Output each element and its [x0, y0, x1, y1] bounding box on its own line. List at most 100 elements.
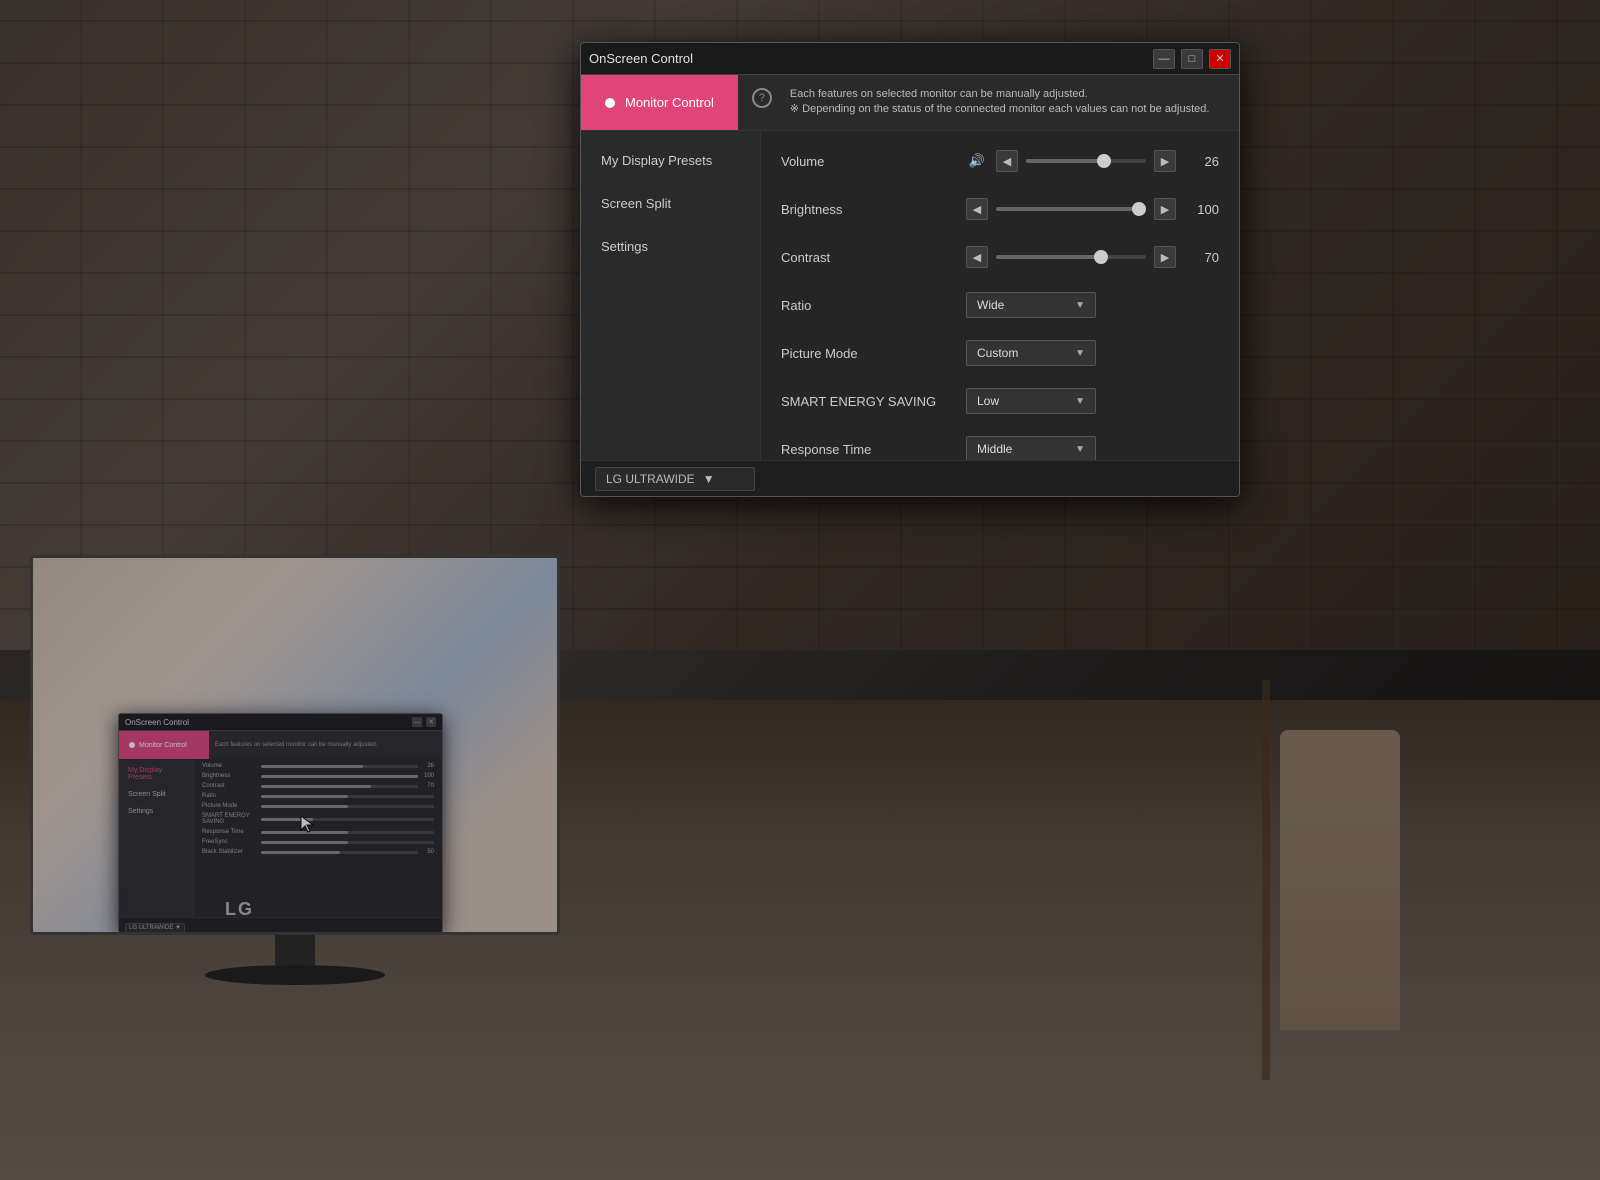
main-minimize-btn[interactable]: —	[1153, 49, 1175, 69]
brightness-increase-btn[interactable]: ▶	[1154, 198, 1176, 220]
energy-selected: Low	[977, 394, 999, 408]
small-picture-label: Picture Mode	[202, 803, 257, 809]
contrast-decrease-btn[interactable]: ◀	[966, 246, 988, 268]
main-nav-split[interactable]: Screen Split	[581, 182, 760, 225]
picture-mode-selected: Custom	[977, 346, 1018, 360]
contrast-increase-btn[interactable]: ▶	[1154, 246, 1176, 268]
monitor-select-arrow: ▼	[703, 472, 715, 486]
energy-control-row: SMART ENERGY SAVING Low ▼	[781, 385, 1219, 417]
volume-decrease-btn[interactable]: ◀	[996, 150, 1018, 172]
main-close-btn[interactable]: ✕	[1209, 49, 1231, 69]
small-ratio-row: Ratio	[202, 793, 434, 799]
small-freesync-track[interactable]	[261, 841, 434, 844]
main-osc-window: OnScreen Control — □ ✕ Monitor Control ?…	[580, 42, 1240, 497]
small-energy-row: SMART ENERGY SAVING	[202, 813, 434, 825]
picture-mode-dropdown-arrow: ▼	[1075, 348, 1085, 359]
main-osc-titlebar: OnScreen Control — □ ✕	[581, 43, 1239, 75]
small-black-fill	[261, 851, 340, 854]
volume-slider-group: 🔊 ◀ ▶ 26	[966, 150, 1219, 172]
brightness-slider-track[interactable]	[996, 207, 1146, 211]
main-osc-title: OnScreen Control	[589, 51, 693, 66]
ratio-label: Ratio	[781, 298, 966, 313]
small-volume-value: 26	[422, 763, 434, 769]
main-maximize-btn[interactable]: □	[1181, 49, 1203, 69]
main-nav-presets[interactable]: My Display Presets	[581, 139, 760, 182]
volume-control-row: Volume 🔊 ◀ ▶ 26	[781, 145, 1219, 177]
small-energy-label: SMART ENERGY SAVING	[202, 813, 257, 825]
contrast-slider-track[interactable]	[996, 255, 1146, 259]
small-brightness-row: Brightness 100	[202, 773, 434, 779]
monitor-select-dropdown[interactable]: LG ULTRAWIDE ▼	[595, 467, 755, 491]
picture-mode-label: Picture Mode	[781, 346, 966, 361]
main-dot-icon	[605, 98, 615, 108]
small-response-track[interactable]	[261, 831, 434, 834]
small-black-row: Black Stabilizer 50	[202, 849, 434, 855]
small-nav-split[interactable]: Screen Split	[123, 787, 189, 802]
small-contrast-track[interactable]	[261, 785, 418, 788]
small-black-track[interactable]	[261, 851, 418, 854]
small-nav-settings[interactable]: Settings	[123, 804, 189, 819]
small-dot-icon	[129, 742, 135, 748]
question-icon: ?	[752, 88, 772, 108]
monitor-screen-bg: OnScreen Control — ✕ Monitor Control Eac…	[33, 558, 557, 932]
small-osc-window-controls: — ✕	[412, 717, 436, 727]
small-osc-titlebar: OnScreen Control — ✕	[119, 714, 442, 731]
main-monitor-ctrl-btn[interactable]: Monitor Control	[581, 75, 738, 130]
contrast-label: Contrast	[781, 250, 966, 265]
picture-mode-dropdown[interactable]: Custom ▼	[966, 340, 1096, 366]
small-nav-presets[interactable]: My Display Presets	[123, 763, 189, 785]
lg-logo: LG	[225, 899, 254, 920]
small-osc-minimize[interactable]: —	[412, 717, 422, 727]
monitor-screen: OnScreen Control — ✕ Monitor Control Eac…	[30, 555, 560, 935]
small-osc-close[interactable]: ✕	[426, 717, 436, 727]
small-volume-track[interactable]	[261, 765, 418, 768]
brightness-decrease-btn[interactable]: ◀	[966, 198, 988, 220]
small-black-label: Black Stabilizer	[202, 849, 257, 855]
volume-slider-track[interactable]	[1026, 159, 1146, 163]
response-time-dropdown[interactable]: Middle ▼	[966, 436, 1096, 460]
brightness-control-row: Brightness ◀ ▶ 100	[781, 193, 1219, 225]
volume-slider-thumb[interactable]	[1097, 154, 1111, 168]
small-volume-fill	[261, 765, 363, 768]
small-monitor-select[interactable]: LG ULTRAWIDE ▼	[125, 923, 185, 933]
small-freesync-row: FreeSync	[202, 839, 434, 845]
response-time-dropdown-arrow: ▼	[1075, 444, 1085, 455]
contrast-slider-group: ◀ ▶ 70	[966, 246, 1219, 268]
ratio-control-row: Ratio Wide ▼	[781, 289, 1219, 321]
small-osc-info: Each features on selected monitor can be…	[209, 731, 442, 759]
picture-mode-control-row: Picture Mode Custom ▼	[781, 337, 1219, 369]
main-info-line1: Each features on selected monitor can be…	[790, 88, 1210, 100]
response-time-label: Response Time	[781, 442, 966, 457]
small-monitor-dropdown-arrow: ▼	[175, 925, 181, 931]
small-brightness-track[interactable]	[261, 775, 418, 778]
volume-increase-btn[interactable]: ▶	[1154, 150, 1176, 172]
small-ratio-label: Ratio	[202, 793, 257, 799]
contrast-slider-thumb[interactable]	[1094, 250, 1108, 264]
energy-dropdown[interactable]: Low ▼	[966, 388, 1096, 414]
main-nav-settings[interactable]: Settings	[581, 225, 760, 268]
brightness-slider-thumb[interactable]	[1132, 202, 1146, 216]
small-osc-title: OnScreen Control	[125, 718, 189, 727]
small-brightness-fill	[261, 775, 418, 778]
contrast-value: 70	[1184, 250, 1219, 265]
small-osc-monitor-ctrl-btn[interactable]: Monitor Control	[119, 731, 209, 759]
small-osc-body: My Display Presets Screen Split Settings…	[119, 759, 442, 917]
small-osc-footer: LG ULTRAWIDE ▼	[119, 917, 442, 932]
main-info-line2: ※ Depending on the status of the connect…	[790, 102, 1210, 115]
brightness-label: Brightness	[781, 202, 966, 217]
brightness-value: 100	[1184, 202, 1219, 217]
small-contrast-label: Contrast	[202, 783, 257, 789]
small-volume-row: Volume 26	[202, 763, 434, 769]
small-osc-window: OnScreen Control — ✕ Monitor Control Eac…	[118, 713, 443, 932]
small-picture-track[interactable]	[261, 805, 434, 808]
ratio-dropdown[interactable]: Wide ▼	[966, 292, 1096, 318]
small-ratio-track[interactable]	[261, 795, 434, 798]
small-picture-fill	[261, 805, 348, 808]
small-volume-label: Volume	[202, 763, 257, 769]
main-osc-footer: LG ULTRAWIDE ▼	[581, 460, 1239, 496]
small-picture-row: Picture Mode	[202, 803, 434, 809]
small-energy-track[interactable]	[261, 818, 434, 821]
monitor-base	[205, 965, 385, 985]
small-freesync-label: FreeSync	[202, 839, 257, 845]
volume-value: 26	[1184, 154, 1219, 169]
